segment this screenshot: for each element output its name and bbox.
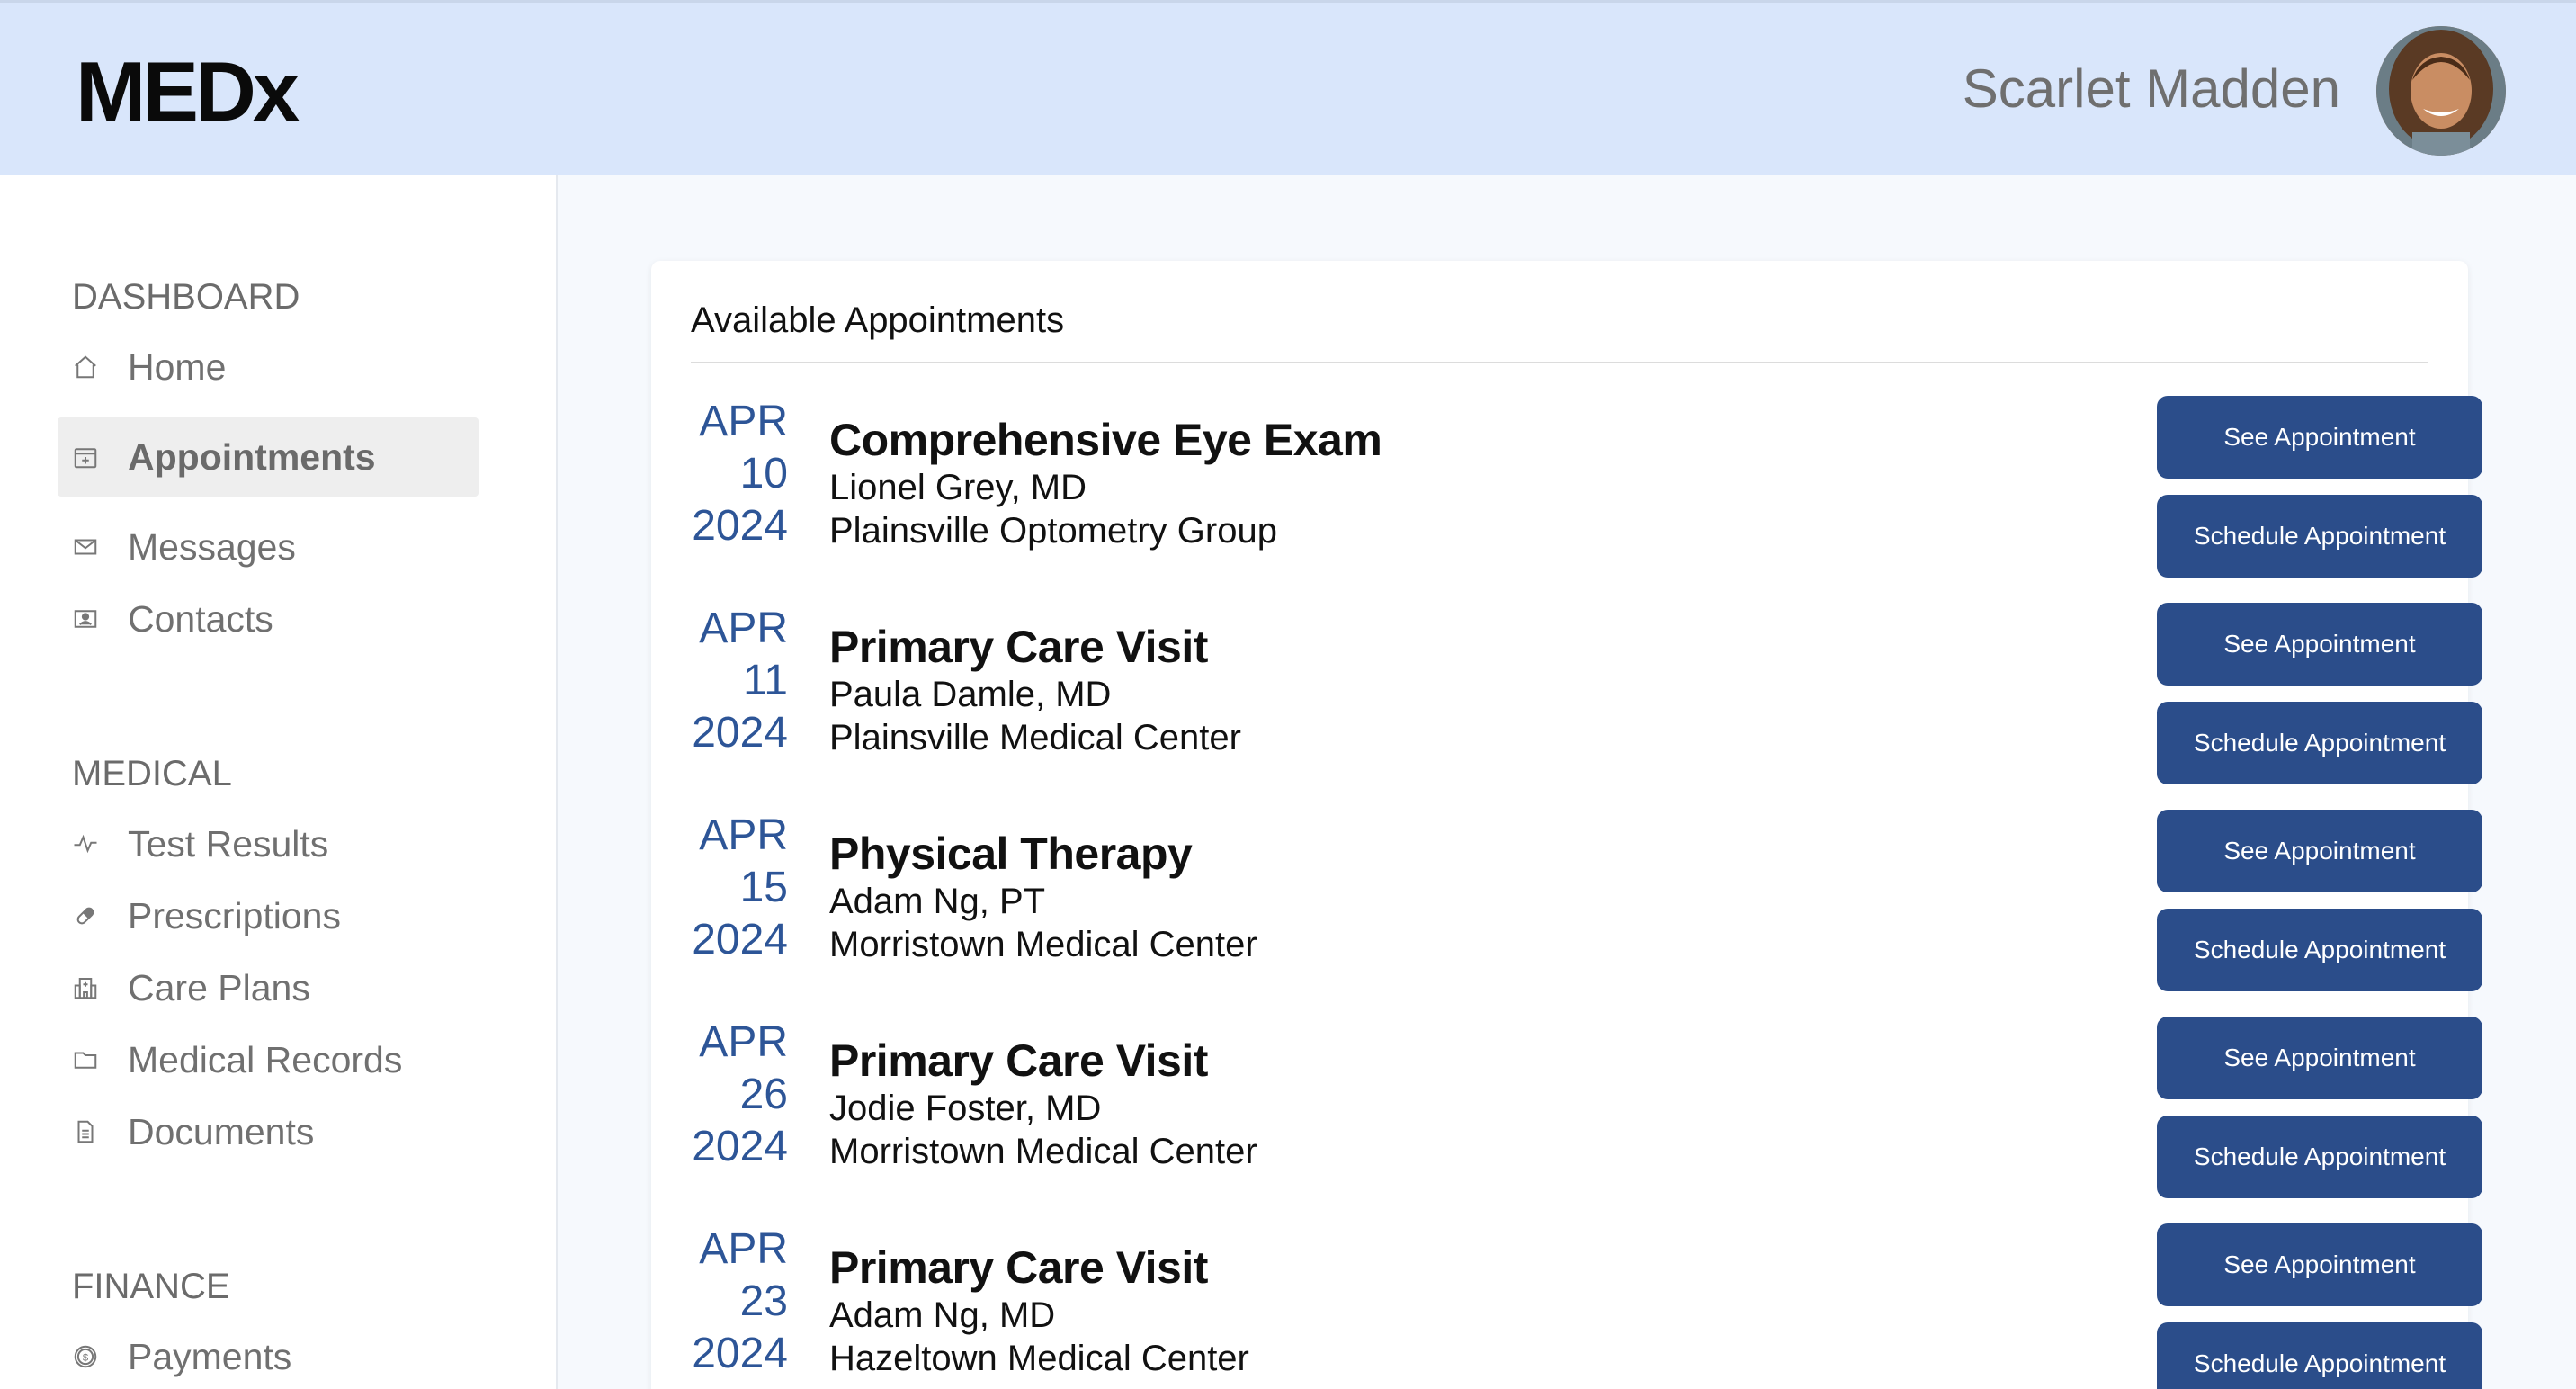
sidebar-item-test-results[interactable]: Test Results [58,804,479,883]
home-icon [70,352,101,382]
date-month: APR [699,1225,788,1273]
appointment-item: APR 23 2024 Primary Care Visit Adam Ng, … [691,1223,2482,1389]
sidebar-item-label: Home [128,346,227,388]
sidebar-item-label: Care Plans [128,967,310,1008]
avatar-image [2376,26,2506,156]
date-month: APR [699,605,788,652]
card-title: Available Appointments [691,300,1065,340]
top-header: MEDx Scarlet Madden [0,0,2576,175]
sidebar-item-contacts[interactable]: Contacts [58,579,479,659]
envelope-icon [70,532,101,562]
date-year: 2024 [692,1330,788,1377]
appointment-date: APR 15 2024 [691,810,788,966]
appointment-doctor: Adam Ng, MD [829,1295,1056,1335]
see-appointment-button[interactable]: See Appointment [2157,1223,2482,1306]
svg-text:$: $ [83,1352,89,1363]
date-day: 10 [739,450,788,497]
sidebar-item-home[interactable]: Home [58,327,479,407]
appointment-location: Plainsville Optometry Group [829,511,1277,551]
sidebar-item-label: Contacts [128,598,273,640]
appointment-location: Morristown Medical Center [829,1132,1257,1171]
section-title-dashboard: DASHBOARD [72,277,300,317]
sidebar-item-medical-records[interactable]: Medical Records [58,1020,479,1099]
appointment-doctor: Lionel Grey, MD [829,468,1087,507]
date-month: APR [699,1018,788,1066]
pulse-icon [70,829,101,859]
appointment-date: APR 23 2024 [691,1223,788,1380]
sidebar-item-label: Appointments [128,436,376,478]
schedule-appointment-button[interactable]: Schedule Appointment [2157,1116,2482,1198]
appointment-item: APR 26 2024 Primary Care Visit Jodie Fos… [691,1017,2482,1214]
calendar-icon [70,442,101,472]
date-year: 2024 [692,709,788,757]
sidebar-item-payments[interactable]: $ Payments [58,1317,479,1389]
sidebar: DASHBOARD Home Appointments Messages Con… [0,175,558,1389]
schedule-appointment-button[interactable]: Schedule Appointment [2157,1322,2482,1389]
schedule-appointment-button[interactable]: Schedule Appointment [2157,495,2482,578]
sidebar-item-messages[interactable]: Messages [58,507,479,587]
date-day: 23 [739,1277,788,1325]
see-appointment-button[interactable]: See Appointment [2157,396,2482,479]
sidebar-item-appointments[interactable]: Appointments [58,417,479,497]
pill-icon [70,901,101,931]
appointment-location: Hazeltown Medical Center [829,1339,1249,1378]
section-title-finance: FINANCE [72,1267,230,1306]
appointment-location: Plainsville Medical Center [829,718,1241,757]
date-year: 2024 [692,502,788,550]
appointment-title: Primary Care Visit [829,1035,1208,1086]
appointment-item: APR 10 2024 Comprehensive Eye Exam Lione… [691,396,2482,594]
date-month: APR [699,811,788,859]
date-year: 2024 [692,916,788,963]
sidebar-item-prescriptions[interactable]: Prescriptions [58,876,479,955]
user-avatar[interactable] [2376,26,2506,156]
appointment-date: APR 26 2024 [691,1017,788,1173]
sidebar-item-label: Messages [128,526,296,568]
appointment-date: APR 10 2024 [691,396,788,552]
date-day: 26 [739,1071,788,1118]
date-month: APR [699,398,788,445]
user-name: Scarlet Madden [1962,58,2340,119]
divider [691,362,2428,363]
date-day: 15 [739,864,788,911]
see-appointment-button[interactable]: See Appointment [2157,603,2482,686]
sidebar-item-label: Documents [128,1111,315,1152]
sidebar-item-label: Medical Records [128,1039,403,1080]
sidebar-item-documents[interactable]: Documents [58,1092,479,1171]
dollar-coin-icon: $ [70,1341,101,1372]
appointment-title: Physical Therapy [829,829,1193,879]
app-logo[interactable]: MEDx [76,42,300,141]
section-title-medical: MEDICAL [72,754,232,793]
appointment-title: Primary Care Visit [829,622,1208,672]
sidebar-item-label: Prescriptions [128,895,341,936]
schedule-appointment-button[interactable]: Schedule Appointment [2157,909,2482,991]
sidebar-item-care-plans[interactable]: Care Plans [58,948,479,1027]
contact-card-icon [70,604,101,634]
sidebar-item-label: Payments [128,1336,292,1377]
appointment-title: Primary Care Visit [829,1242,1208,1293]
date-day: 11 [743,657,788,704]
see-appointment-button[interactable]: See Appointment [2157,1017,2482,1099]
sidebar-item-label: Test Results [128,823,329,865]
date-year: 2024 [692,1123,788,1170]
appointment-item: APR 15 2024 Physical Therapy Adam Ng, PT… [691,810,2482,1008]
appointment-item: APR 11 2024 Primary Care Visit Paula Dam… [691,603,2482,801]
appointment-doctor: Paula Damle, MD [829,675,1112,714]
see-appointment-button[interactable]: See Appointment [2157,810,2482,892]
appointment-title: Comprehensive Eye Exam [829,415,1382,465]
appointment-location: Morristown Medical Center [829,925,1257,964]
appointment-doctor: Jodie Foster, MD [829,1089,1102,1128]
document-icon [70,1116,101,1147]
folder-icon [70,1044,101,1075]
appointments-card: Available Appointments APR 10 2024 Compr… [651,261,2482,1389]
appointment-doctor: Adam Ng, PT [829,882,1046,921]
appointment-date: APR 11 2024 [691,603,788,759]
hospital-icon [70,972,101,1003]
schedule-appointment-button[interactable]: Schedule Appointment [2157,702,2482,784]
